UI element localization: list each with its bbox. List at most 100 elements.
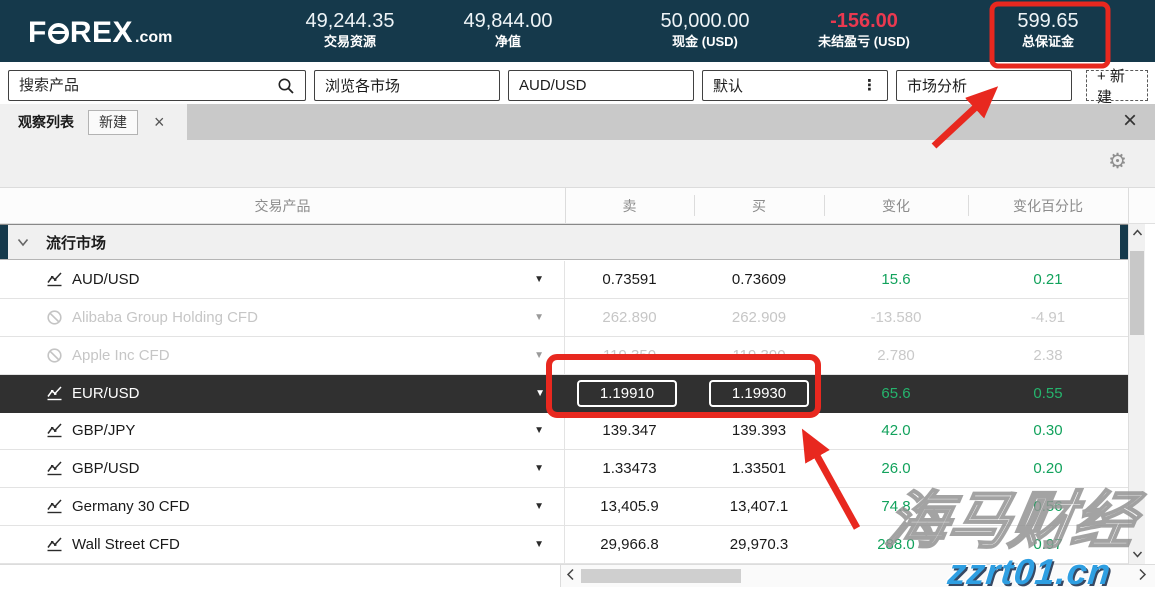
header-change-pct[interactable]: 变化百分比: [968, 188, 1128, 223]
buy-price: 29,970.3: [730, 536, 788, 553]
buy-cell[interactable]: 1.19930: [694, 375, 824, 412]
tab-new-button[interactable]: 新建: [88, 110, 138, 135]
sell-cell[interactable]: 139.347: [565, 413, 694, 450]
horizontal-scroll-track[interactable]: [560, 565, 1155, 587]
search-box[interactable]: [8, 70, 306, 101]
buy-cell[interactable]: 1.33501: [694, 450, 824, 487]
sell-cell[interactable]: 0.73591: [565, 261, 694, 298]
change-cell: 26.0: [824, 450, 968, 487]
buy-cell[interactable]: 139.393: [694, 413, 824, 450]
change-pct-cell: 0.97: [968, 526, 1128, 563]
layout-selector[interactable]: 默认 ⋮: [702, 70, 888, 101]
change-cell: 2.780: [824, 337, 968, 374]
sell-cell[interactable]: 1.33473: [565, 450, 694, 487]
buy-cell[interactable]: 13,407.1: [694, 488, 824, 525]
scroll-up-icon[interactable]: [1129, 229, 1145, 237]
header-buy[interactable]: 买: [694, 188, 824, 223]
buy-price: 139.393: [732, 422, 786, 439]
header-change[interactable]: 变化: [824, 188, 968, 223]
scroll-left-icon[interactable]: [566, 568, 575, 581]
kebab-menu-icon[interactable]: ⋮: [862, 78, 877, 93]
tab-watchlist[interactable]: 观察列表 新建 ×: [0, 104, 187, 140]
header-sell[interactable]: 卖: [565, 188, 694, 223]
product-cell[interactable]: AUD/USD ▼: [0, 261, 565, 298]
product-cell[interactable]: Apple Inc CFD▼: [0, 337, 565, 374]
vertical-scrollbar[interactable]: [1128, 224, 1145, 564]
new-workspace-button[interactable]: + 新建: [1086, 70, 1148, 101]
chevron-down-icon[interactable]: ▼: [534, 274, 544, 285]
instrument-name: GBP/JPY: [72, 422, 135, 439]
change-pct-cell: 0.55: [968, 375, 1128, 412]
sell-cell[interactable]: 29,966.8: [565, 526, 694, 563]
sell-cell[interactable]: 262.890: [565, 299, 694, 336]
sell-cell[interactable]: 1.19910: [565, 375, 694, 412]
search-input[interactable]: [19, 77, 259, 94]
scroll-right-icon[interactable]: [1138, 568, 1147, 581]
product-cell[interactable]: GBP/USD ▼: [0, 450, 565, 487]
browse-markets-button[interactable]: 浏览各市场: [314, 70, 500, 101]
buy-cell[interactable]: 119.390: [694, 337, 824, 374]
instrument-selector[interactable]: AUD/USD: [508, 70, 694, 101]
product-cell[interactable]: Alibaba Group Holding CFD ▼: [0, 299, 565, 336]
stat-value: 49,844.00: [423, 9, 593, 33]
chevron-down-icon[interactable]: ▼: [534, 425, 544, 436]
sell-price-button[interactable]: 1.19910: [577, 380, 677, 407]
instrument-name: GBP/USD: [72, 460, 140, 477]
product-cell[interactable]: GBP/JPY ▼: [0, 413, 565, 450]
change-pct-cell: 0.21: [968, 261, 1128, 298]
change-pct-cell: 0.20: [968, 450, 1128, 487]
chart-icon: [46, 536, 63, 553]
scroll-down-icon[interactable]: [1129, 550, 1145, 558]
table-row[interactable]: AUD/USD▼0.735910.7360915.60.21: [0, 261, 1128, 299]
panel-close-icon[interactable]: ×: [1123, 109, 1137, 133]
table-row[interactable]: GBP/USD ▼ 1.334731.3350126.00.20: [0, 450, 1128, 488]
table-row[interactable]: Alibaba Group Holding CFD ▼ 262.890262.909…: [0, 299, 1128, 337]
header-product[interactable]: 交易产品: [0, 188, 565, 223]
sell-price: 29,966.8: [600, 536, 658, 553]
sell-price: 139.347: [602, 422, 656, 439]
table-row[interactable]: Wall Street CFD▼29,966.829,970.3288.00.9…: [0, 526, 1128, 564]
stat-label: 净值: [423, 33, 593, 51]
chevron-down-icon[interactable]: ▼: [534, 312, 544, 323]
product-cell[interactable]: Wall Street CFD▼: [0, 526, 565, 563]
chevron-down-icon[interactable]: ▼: [534, 463, 544, 474]
product-cell[interactable]: EUR/USD ▼: [0, 375, 565, 412]
market-analysis-button[interactable]: 市场分析: [896, 70, 1072, 101]
buy-cell[interactable]: 262.909: [694, 299, 824, 336]
sell-cell[interactable]: 119.350: [565, 337, 694, 374]
chevron-down-icon[interactable]: [17, 238, 29, 247]
instrument-name: EUR/USD: [72, 385, 140, 402]
chevron-down-icon[interactable]: ▼: [534, 501, 544, 512]
buy-price: 0.73609: [732, 271, 786, 288]
buy-cell[interactable]: 0.73609: [694, 261, 824, 298]
search-icon[interactable]: [277, 77, 295, 95]
product-cell[interactable]: Germany 30 CFD▼: [0, 488, 565, 525]
table-row[interactable]: Apple Inc CFD▼119.350119.3902.7802.38: [0, 337, 1128, 375]
table-row[interactable]: GBP/JPY▼139.347139.39342.00.30: [0, 413, 1128, 451]
change-cell: 74.8: [824, 488, 968, 525]
chevron-down-icon[interactable]: ▼: [534, 539, 544, 550]
instrument-name: AUD/USD: [72, 271, 140, 288]
table-row[interactable]: Germany 30 CFD▼13,405.913,407.174.80.56: [0, 488, 1128, 526]
vertical-scroll-thumb[interactable]: [1130, 251, 1144, 335]
sell-cell[interactable]: 13,405.9: [565, 488, 694, 525]
chevron-down-icon[interactable]: ▼: [534, 350, 544, 361]
gear-icon[interactable]: ⚙: [1108, 149, 1127, 173]
stat-value: 50,000.00: [620, 9, 790, 33]
horizontal-scrollbar[interactable]: [0, 564, 1155, 587]
chart-icon: [46, 460, 63, 477]
change-cell: 65.6: [824, 375, 968, 412]
change-cell: -13.580: [824, 299, 968, 336]
horizontal-scroll-thumb[interactable]: [581, 569, 741, 583]
table-row[interactable]: EUR/USD ▼ 1.19910 1.19930 65.60.55: [0, 375, 1128, 413]
buy-cell[interactable]: 29,970.3: [694, 526, 824, 563]
instrument-name: Alibaba Group Holding CFD: [72, 309, 258, 326]
buy-price-button[interactable]: 1.19930: [709, 380, 809, 407]
stat-label: 交易资源: [265, 33, 435, 51]
market-analysis-label: 市场分析: [907, 75, 967, 96]
tab-close-icon[interactable]: ×: [154, 113, 165, 131]
buy-price: 13,407.1: [730, 498, 788, 515]
rows: AUD/USD▼0.735910.7360915.60.21Alibaba Gr…: [0, 261, 1128, 564]
group-row-popular-markets[interactable]: 流行市场: [0, 224, 1128, 260]
chevron-down-icon[interactable]: ▼: [535, 388, 545, 399]
